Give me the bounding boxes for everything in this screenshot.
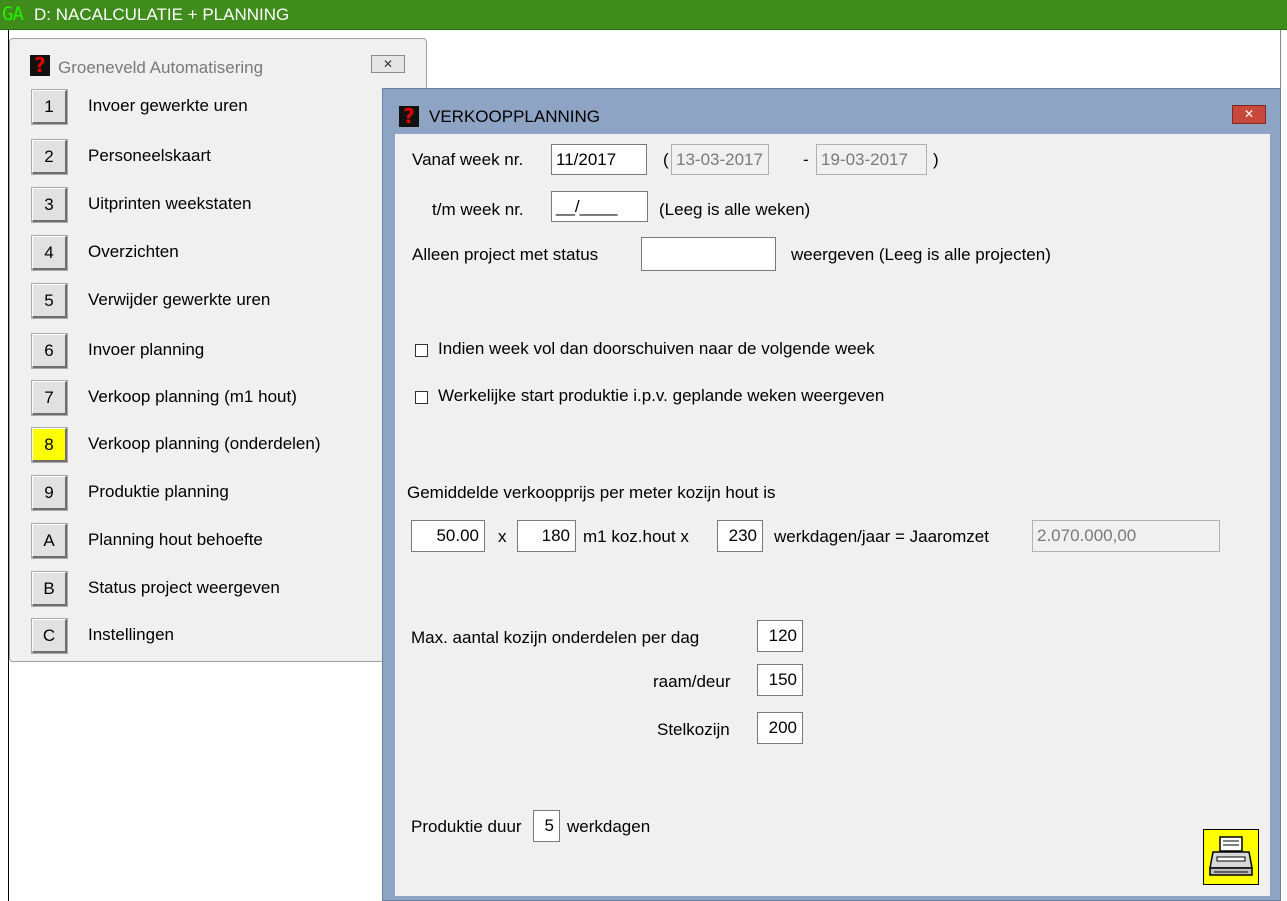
- app-logo: GA: [2, 3, 24, 25]
- date-separator: -: [803, 150, 809, 169]
- status-hint: weergeven (Leeg is alle projecten): [791, 245, 1051, 264]
- dialog-client-area: Vanaf week nr. 11/2017 ( 13-03-2017 - 19…: [395, 134, 1270, 896]
- menu-item-label: Uitprinten weekstaten: [88, 194, 252, 213]
- printer-icon: [1209, 836, 1253, 876]
- production-unit: werkdagen: [567, 817, 651, 836]
- close-icon: ✕: [1243, 107, 1255, 121]
- menu-item-1[interactable]: 1 Invoer gewerkte uren: [31, 89, 392, 130]
- menu-item-6[interactable]: 6 Invoer planning: [31, 333, 392, 374]
- menu-item-key-button[interactable]: 7: [31, 380, 68, 416]
- menu-item-label: Overzichten: [88, 242, 179, 261]
- dialog-close-button[interactable]: ✕: [1232, 105, 1266, 124]
- menu-item-4[interactable]: 4 Overzichten: [31, 235, 392, 276]
- menu-item-label: Produktie planning: [88, 482, 229, 501]
- price-input[interactable]: 50.00: [411, 520, 485, 552]
- menu-item-label: Verkoop planning (onderdelen): [88, 434, 321, 453]
- annual-revenue-field: 2.070.000,00: [1032, 520, 1220, 552]
- actual-start-label: Werkelijke start produktie i.p.v. geplan…: [438, 386, 885, 405]
- times-sign: x: [498, 527, 507, 546]
- help-question-icon: ?: [30, 55, 50, 76]
- menu-item-key-button[interactable]: C: [31, 618, 68, 654]
- stelkozijn-input[interactable]: 200: [757, 712, 803, 744]
- menu-item-key-button[interactable]: 2: [31, 139, 68, 175]
- stelkozijn-label: Stelkozijn: [657, 720, 730, 739]
- window-door-input[interactable]: 150: [757, 664, 803, 696]
- to-week-hint: (Leeg is alle weken): [659, 200, 811, 219]
- meters-label: m1 koz.hout x: [583, 527, 689, 546]
- menu-item-label: Invoer gewerkte uren: [88, 96, 248, 115]
- menu-item-b[interactable]: B Status project weergeven: [31, 571, 392, 612]
- production-label: Produktie duur: [411, 817, 522, 836]
- menu-item-8[interactable]: 8 Verkoop planning (onderdelen): [31, 427, 392, 468]
- menu-item-key-button[interactable]: 6: [31, 333, 68, 369]
- menu-item-2[interactable]: 2 Personeelskaart: [31, 139, 392, 180]
- paren-open: (: [663, 150, 669, 169]
- from-week-input[interactable]: 11/2017: [551, 144, 647, 175]
- menu-item-key-button[interactable]: 9: [31, 475, 68, 511]
- menu-window: ? Groeneveld Automatisering ✕ 1 Invoer ge…: [9, 38, 427, 662]
- menu-item-key-button[interactable]: 3: [31, 187, 68, 223]
- date-from-field: 13-03-2017: [671, 144, 769, 175]
- menu-item-key-button[interactable]: 1: [31, 89, 68, 125]
- menu-item-label: Invoer planning: [88, 340, 205, 359]
- menu-item-9[interactable]: 9 Produktie planning: [31, 475, 392, 516]
- date-to-field: 19-03-2017: [816, 144, 927, 175]
- close-icon: ✕: [382, 57, 394, 71]
- max-parts-label: Max. aantal kozijn onderdelen per dag: [411, 628, 700, 647]
- menu-item-label: Instellingen: [88, 625, 175, 644]
- help-question-icon: ?: [399, 106, 419, 127]
- menu-window-close-button[interactable]: ✕: [371, 55, 405, 73]
- max-parts-input[interactable]: 120: [757, 620, 803, 652]
- menu-item-5[interactable]: 5 Verwijder gewerkte uren: [31, 283, 392, 324]
- menu-item-key-button[interactable]: 5: [31, 283, 68, 319]
- menu-item-c[interactable]: C Instellingen: [31, 618, 392, 659]
- app-titlebar: GA D: NACALCULATIE + PLANNING: [0, 0, 1287, 30]
- meters-input[interactable]: 180: [517, 520, 576, 552]
- status-input[interactable]: [641, 237, 776, 271]
- menu-item-label: Verwijder gewerkte uren: [88, 290, 271, 309]
- menu-item-label: Planning hout behoefte: [88, 530, 263, 549]
- menu-item-a[interactable]: A Planning hout behoefte: [31, 523, 392, 564]
- status-label: Alleen project met status: [412, 245, 599, 264]
- menu-item-label: Status project weergeven: [88, 578, 280, 597]
- avg-price-label: Gemiddelde verkoopprijs per meter kozijn…: [407, 483, 776, 502]
- app-title: D: NACALCULATIE + PLANNING: [34, 5, 290, 24]
- paren-close: ): [933, 150, 939, 169]
- shift-week-label: Indien week vol dan doorschuiven naar de…: [438, 339, 875, 358]
- menu-item-label: Personeelskaart: [88, 146, 211, 165]
- workdays-input[interactable]: 230: [717, 520, 763, 552]
- from-week-label: Vanaf week nr.: [412, 150, 524, 169]
- workdays-label: werkdagen/jaar = Jaaromzet: [774, 527, 989, 546]
- menu-item-key-button[interactable]: 8: [31, 427, 68, 463]
- menu-item-3[interactable]: 3 Uitprinten weekstaten: [31, 187, 392, 228]
- menu-item-key-button[interactable]: A: [31, 523, 68, 559]
- to-week-input[interactable]: __/____: [551, 191, 648, 222]
- print-button[interactable]: [1203, 829, 1259, 885]
- menu-item-label: Verkoop planning (m1 hout): [88, 387, 297, 406]
- shift-week-checkbox[interactable]: [415, 344, 428, 357]
- to-week-label: t/m week nr.: [432, 200, 524, 219]
- actual-start-checkbox[interactable]: [415, 391, 428, 404]
- production-duration-input[interactable]: 5: [533, 810, 560, 842]
- menu-item-key-button[interactable]: B: [31, 571, 68, 607]
- menu-item-key-button[interactable]: 4: [31, 235, 68, 271]
- verkoopplanning-dialog: ? VERKOOPPLANNING ✕ Vanaf week nr. 11/20…: [382, 88, 1281, 901]
- dialog-title: VERKOOPPLANNING: [429, 107, 600, 126]
- menu-window-titlebar[interactable]: ? Groeneveld Automatisering ✕: [10, 39, 426, 89]
- menu-item-7[interactable]: 7 Verkoop planning (m1 hout): [31, 380, 392, 421]
- window-door-label: raam/deur: [653, 672, 731, 691]
- menu-window-title: Groeneveld Automatisering: [58, 58, 264, 77]
